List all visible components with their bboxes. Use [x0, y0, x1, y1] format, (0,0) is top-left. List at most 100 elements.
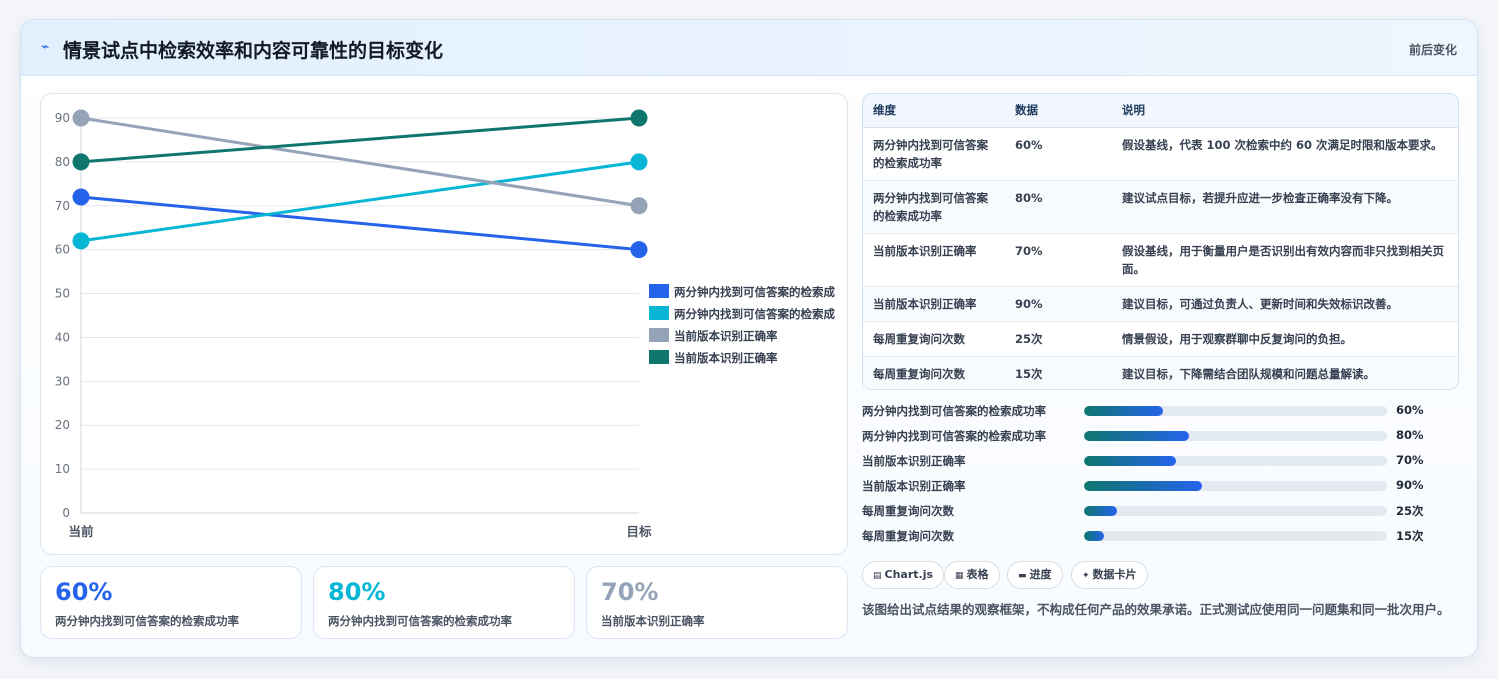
legend-swatch — [649, 350, 669, 364]
data-point — [72, 232, 90, 250]
cell-note: 情景假设，用于观察群聊中反复询问的负担。 — [1112, 321, 1458, 357]
progress-value: 15次 — [1396, 529, 1424, 543]
progress-fill — [1084, 431, 1189, 441]
progress-label: 当前版本识别正确率 — [862, 479, 966, 493]
legend-swatch — [649, 284, 669, 298]
progress-label: 每周重复询问次数 — [862, 504, 954, 518]
chip-table[interactable]: ▦ 表格 — [944, 561, 1000, 589]
cell-data: 15次 — [1015, 366, 1043, 381]
data-point — [630, 197, 648, 215]
data-point — [630, 241, 648, 259]
progress-label: 每周重复询问次数 — [862, 529, 954, 543]
chip-progress[interactable]: ▬ 进度 — [1007, 561, 1063, 589]
y-tick-label: 70 — [55, 199, 70, 213]
legend-label: 当前版本识别正确率 — [674, 351, 778, 365]
data-point — [72, 109, 90, 127]
cell-data: 80% — [1005, 180, 1112, 234]
progress-label: 两分钟内找到可信答案的检索成功率 — [862, 429, 1046, 443]
cell-data: 60% — [1005, 127, 1112, 181]
progress-fill — [1084, 406, 1163, 416]
y-tick-label: 80 — [55, 155, 70, 169]
progress-value: 70% — [1396, 453, 1424, 467]
progress-value: 60% — [1396, 403, 1424, 417]
x-tick-label: 目标 — [626, 524, 652, 539]
stat-value: 60% — [55, 578, 113, 606]
progress-row: 两分钟内找到可信答案的检索成功率 60% — [862, 402, 1459, 427]
progress-label: 两分钟内找到可信答案的检索成功率 — [862, 404, 1046, 418]
header-tag: 前后变化 — [1408, 43, 1457, 57]
table-row: 当前版本识别正确率 70% 假设基线，用于衡量用户是否识别出有效内容而非只找到相… — [863, 233, 1458, 287]
progress-label: 当前版本识别正确率 — [862, 454, 966, 468]
table-row: 两分钟内找到可信答案的检索成功率 60% 假设基线，代表 100 次检索中约 6… — [863, 127, 1458, 181]
line-chart-panel: 0 10 20 30 40 50 60 70 80 90 当前 目标 两分钟内找到可信答案的检索成 两分钟… — [40, 93, 848, 555]
progress-fill — [1084, 481, 1203, 491]
legend-label: 两分钟内找到可信答案的检索成 — [674, 307, 835, 321]
progress-value: 80% — [1396, 428, 1424, 442]
progress-track — [1084, 531, 1387, 541]
card-header: ⌁ 情景试点中检索效率和内容可靠性的目标变化 前后变化 — [21, 20, 1477, 76]
stat-label: 两分钟内找到可信答案的检索成功率 — [328, 614, 512, 628]
y-tick-label: 10 — [55, 462, 70, 476]
data-table: 维度 数据 说明 两分钟内找到可信答案的检索成功率 60% 假设基线，代表 10… — [863, 94, 1458, 389]
stat-card: 80% 两分钟内找到可信答案的检索成功率 — [313, 566, 575, 639]
line-chart: 0 10 20 30 40 50 60 70 80 90 当前 目标 两分钟内找到可信答案的检索成两分钟… — [55, 109, 835, 539]
progress-row: 两分钟内找到可信答案的检索成功率 80% — [862, 427, 1459, 452]
stat-value: 70% — [601, 578, 659, 606]
chip-label: 进度 — [1029, 568, 1052, 581]
cell-dimension: 每周重复询问次数 — [873, 366, 965, 381]
y-tick-label: 30 — [55, 374, 70, 388]
x-tick-label: 当前 — [68, 524, 94, 539]
chart-icon: ▤ — [873, 571, 882, 581]
table-header-row: 维度 数据 说明 — [863, 94, 1458, 128]
cell-data: 25次 — [1005, 321, 1112, 357]
progress-fill — [1084, 531, 1104, 541]
stat-label: 两分钟内找到可信答案的检索成功率 — [55, 614, 239, 628]
stat-label: 当前版本识别正确率 — [601, 614, 705, 628]
progress-row: 每周重复询问次数 25次 — [862, 502, 1459, 527]
chip-label: 数据卡片 — [1092, 568, 1137, 581]
cell-dimension: 两分钟内找到可信答案的检索成功率 — [863, 127, 1005, 181]
cell-note: 建议试点目标，若提升应进一步检查正确率没有下降。 — [1112, 180, 1458, 234]
progress-track — [1084, 431, 1387, 441]
cell-dimension: 当前版本识别正确率 — [863, 233, 1005, 287]
column-header: 说明 — [1112, 94, 1458, 128]
legend-swatch — [649, 306, 669, 320]
series-line — [80, 116, 640, 164]
progress-fill — [1084, 456, 1176, 466]
progress-track — [1084, 481, 1387, 491]
legend-swatch — [649, 328, 669, 342]
progress-value: 25次 — [1396, 504, 1424, 518]
y-tick-label: 90 — [55, 111, 70, 125]
data-point — [630, 109, 648, 127]
progress-row: 每周重复询问次数 15次 — [862, 527, 1459, 552]
y-tick-label: 0 — [62, 506, 70, 520]
table-row: 每周重复询问次数 15次 建议目标，下降需结合团队规模和问题总量解读。 — [863, 356, 1458, 389]
stat-value: 80% — [328, 578, 386, 606]
stat-card: 60% 两分钟内找到可信答案的检索成功率 — [40, 566, 302, 639]
progress-list: 两分钟内找到可信答案的检索成功率 60% 两分钟内找到可信答案的检索成功率 80… — [862, 402, 1459, 552]
cell-dimension: 每周重复询问次数 — [863, 321, 1005, 357]
progress-icon: ▬ — [1018, 571, 1027, 581]
progress-fill — [1084, 506, 1117, 516]
footnote: 该图给出试点结果的观察框架，不构成任何产品的效果承诺。正式测试应使用同一问题集和… — [862, 602, 1450, 617]
cell-note: 假设基线，用于衡量用户是否识别出有效内容而非只找到相关页面。 — [1112, 233, 1458, 287]
chip-data-card[interactable]: ✦ 数据卡片 — [1071, 561, 1148, 589]
cell-note: 假设基线，代表 100 次检索中约 60 次满足时限和版本要求。 — [1112, 127, 1458, 181]
page-title: 情景试点中检索效率和内容可靠性的目标变化 — [63, 40, 444, 62]
legend-label: 当前版本识别正确率 — [674, 329, 778, 343]
data-point — [630, 153, 648, 171]
cell-data: 90% — [1005, 286, 1112, 322]
data-table-panel: 维度 数据 说明 两分钟内找到可信答案的检索成功率 60% 假设基线，代表 10… — [862, 93, 1459, 390]
table-row: 每周重复询问次数 25次 情景假设，用于观察群聊中反复询问的负担。 — [863, 321, 1458, 357]
y-tick-label: 20 — [55, 418, 70, 432]
progress-track — [1084, 506, 1387, 516]
series-line — [80, 160, 640, 243]
chip-chartjs[interactable]: ▤ Chart.js — [862, 561, 945, 589]
cell-note: 建议目标，可通过负责人、更新时间和失效标识改善。 — [1112, 286, 1458, 322]
cell-note: 建议目标，下降需结合团队规模和问题总量解读。 — [1122, 366, 1375, 381]
series-line — [80, 195, 640, 252]
cell-data: 70% — [1005, 233, 1112, 287]
y-tick-label: 60 — [55, 243, 70, 257]
table-icon: ▦ — [955, 571, 964, 581]
data-point — [72, 153, 90, 171]
